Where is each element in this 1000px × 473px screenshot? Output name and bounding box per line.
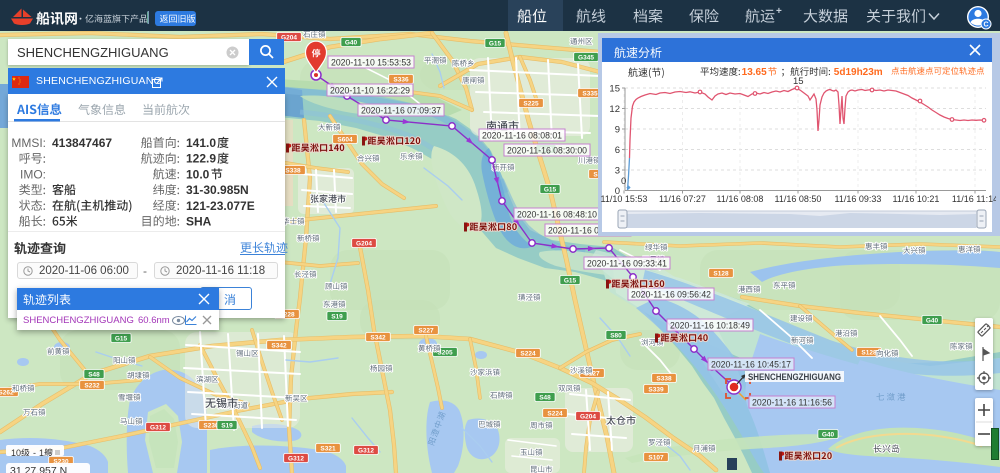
svg-text:G15: G15	[564, 277, 577, 284]
svg-text:S338: S338	[285, 167, 301, 174]
svg-text:S224: S224	[547, 410, 563, 417]
svg-text:S321: S321	[320, 445, 336, 452]
svg-text:2020-11-16 09:33:41: 2020-11-16 09:33:41	[587, 258, 667, 268]
svg-text:SHENCHENGZHIGUANG: SHENCHENGZHIGUANG	[748, 372, 841, 382]
svg-text:G312: G312	[288, 455, 304, 462]
svg-text:S225: S225	[523, 100, 539, 107]
svg-text:0: 0	[621, 176, 626, 187]
svg-text:15: 15	[609, 84, 620, 95]
svg-text:S224: S224	[520, 350, 536, 357]
svg-text:S128: S128	[713, 270, 729, 277]
svg-text:2020-11-16 08:08:01: 2020-11-16 08:08:01	[482, 130, 562, 140]
svg-text:S80: S80	[610, 332, 622, 339]
svg-text:S335: S335	[582, 90, 598, 97]
svg-text:G204: G204	[356, 240, 372, 247]
svg-text:11/16 11:14: 11/16 11:14	[952, 194, 996, 204]
svg-text:11/16 09:33: 11/16 09:33	[835, 194, 882, 204]
svg-text:2020-11-16 07:09:37: 2020-11-16 07:09:37	[361, 105, 441, 115]
svg-text:1: 1	[39, 448, 44, 456]
svg-text:S338: S338	[656, 375, 672, 382]
svg-text:S19: S19	[221, 422, 233, 429]
svg-text:G312: G312	[358, 447, 374, 454]
svg-text:15: 15	[793, 76, 804, 87]
svg-text:10: 10	[11, 448, 21, 456]
svg-text:S342: S342	[271, 342, 287, 349]
svg-text:G15: G15	[544, 186, 557, 193]
svg-text:2020-11-16 09:56:42: 2020-11-16 09:56:42	[631, 289, 711, 299]
svg-text:5d19h23m: 5d19h23m	[834, 67, 883, 78]
svg-text:G40: G40	[345, 39, 358, 46]
svg-text:11/10 15:53: 11/10 15:53	[601, 194, 648, 204]
svg-text:G204: G204	[580, 413, 596, 420]
svg-text:13.65: 13.65	[742, 67, 767, 78]
svg-text:2020-11-16 11:16:56: 2020-11-16 11:16:56	[752, 397, 832, 407]
svg-text:S128: S128	[861, 349, 877, 356]
svg-text:G40: G40	[926, 317, 939, 324]
svg-text:G40: G40	[822, 431, 835, 438]
svg-text:C: C	[983, 22, 988, 29]
svg-text:+: +	[776, 6, 782, 17]
svg-text:11/16 08:08: 11/16 08:08	[717, 194, 764, 204]
svg-text:G15: G15	[115, 335, 128, 342]
svg-text:G15: G15	[489, 40, 502, 47]
svg-text:2020-11-10 15:53:53: 2020-11-10 15:53:53	[331, 57, 411, 67]
svg-text:S48: S48	[539, 394, 551, 401]
svg-text:G312: G312	[150, 424, 166, 431]
svg-text:S604: S604	[337, 136, 353, 143]
svg-text:2020-11-16 10:18:49: 2020-11-16 10:18:49	[670, 320, 750, 330]
svg-text:9: 9	[615, 125, 620, 136]
svg-text:2020-11-16 08:48:10: 2020-11-16 08:48:10	[517, 209, 597, 219]
svg-text:11/16 08:50: 11/16 08:50	[775, 194, 822, 204]
svg-text:S336: S336	[393, 76, 409, 83]
svg-text:6: 6	[615, 145, 620, 156]
svg-text:S342: S342	[370, 334, 386, 341]
svg-text:-: -	[33, 448, 36, 456]
svg-text:S48: S48	[88, 371, 100, 378]
svg-text:G345: G345	[578, 54, 594, 61]
svg-text:2020-11-16 08:30:00: 2020-11-16 08:30:00	[507, 145, 587, 155]
svg-text:S227: S227	[418, 327, 434, 334]
svg-text:S19: S19	[331, 313, 343, 320]
svg-text:3: 3	[615, 166, 620, 177]
svg-text:11/16 10:21: 11/16 10:21	[893, 194, 940, 204]
svg-text:S107: S107	[648, 454, 664, 461]
svg-text:2020-11-16 10:45:17: 2020-11-16 10:45:17	[711, 359, 791, 369]
svg-text:S339: S339	[648, 386, 664, 393]
svg-text:S232: S232	[84, 382, 100, 389]
svg-text:12: 12	[609, 104, 620, 115]
svg-text:11/16 07:27: 11/16 07:27	[659, 194, 706, 204]
svg-text:2020-11-10 16:22:29: 2020-11-10 16:22:29	[330, 85, 410, 95]
